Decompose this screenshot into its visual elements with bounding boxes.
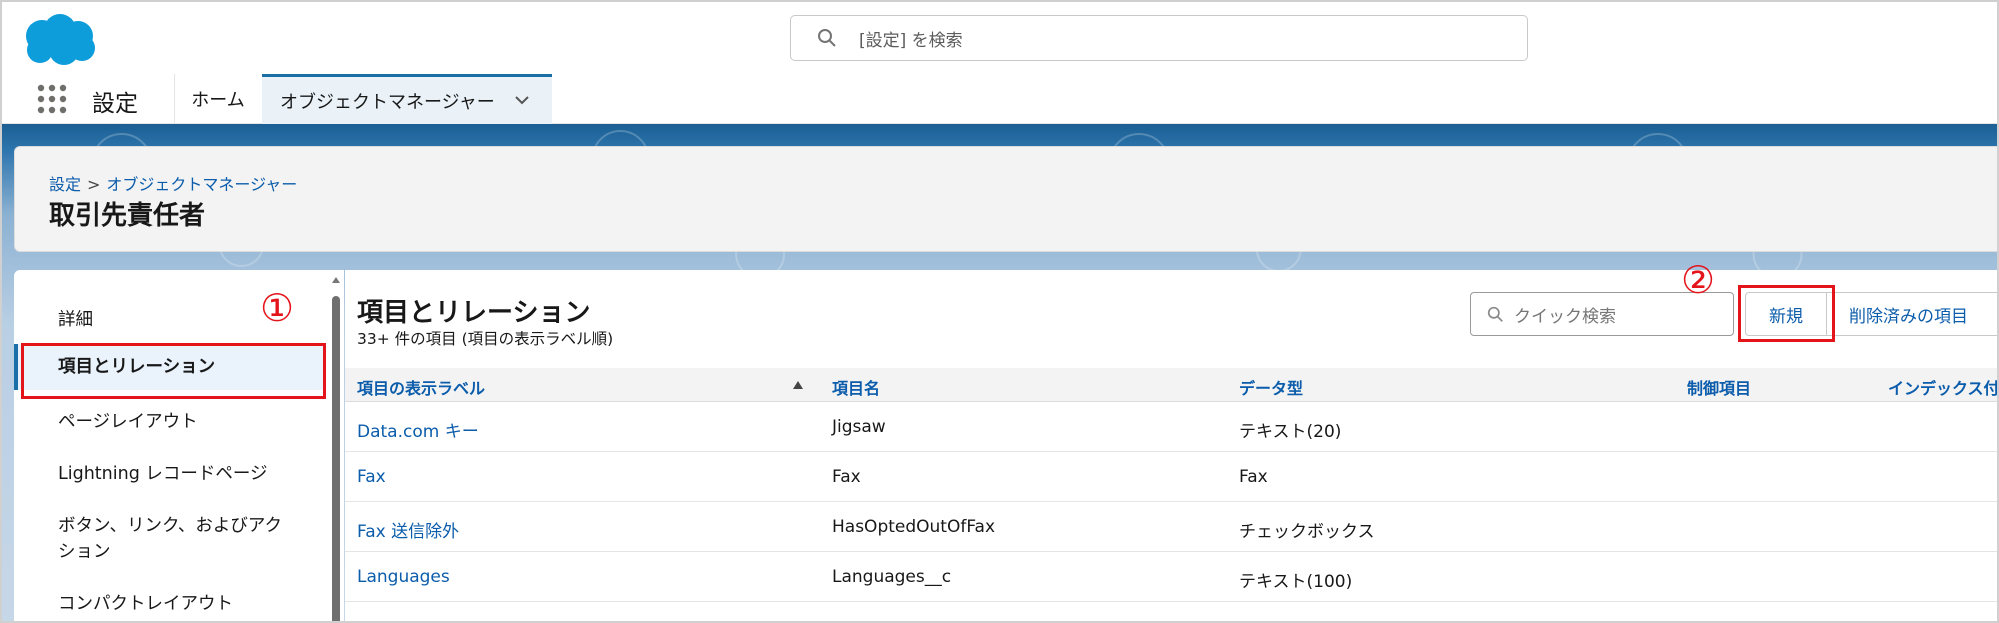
field-api-name: Languages__c xyxy=(832,567,952,587)
column-header-data-type[interactable]: データ型 xyxy=(1239,375,1303,399)
app-window: [設定] を検索 設定 ホーム オブジェクトマネージャー 設定 > オブジェクト… xyxy=(0,0,1999,623)
field-label-link[interactable]: Data.com キー xyxy=(357,417,479,442)
quick-search-placeholder: クイック検索 xyxy=(1514,306,1616,327)
nav-tab-object-manager-label: オブジェクトマネージャー xyxy=(280,91,495,113)
nav-tab-home[interactable]: ホーム xyxy=(174,74,262,124)
field-data-type: テキスト(20) xyxy=(1239,422,1342,442)
salesforce-cloud-logo[interactable] xyxy=(20,12,100,66)
field-label-link[interactable]: Fax 送信除外 xyxy=(357,517,459,542)
field-api-name: Jigsaw xyxy=(832,417,886,437)
table-row: Fax 送信除外 HasOptedOutOfFax チェックボックス xyxy=(345,502,1997,552)
breadcrumb-separator: > xyxy=(87,175,101,194)
column-header-controlling-field[interactable]: 制御項目 xyxy=(1687,375,1751,399)
breadcrumb-setup-link[interactable]: 設定 xyxy=(49,175,81,194)
column-header-indexed[interactable]: インデックス付 xyxy=(1888,375,1997,399)
sidebar-item-compact-layouts[interactable]: コンパクトレイアウト xyxy=(14,590,324,615)
deleted-fields-button[interactable]: 削除済みの項目 xyxy=(1826,292,1997,336)
nav-tab-object-manager[interactable]: オブジェクトマネージャー xyxy=(262,74,552,124)
chevron-down-icon[interactable] xyxy=(514,94,530,106)
field-data-type: Fax xyxy=(1239,467,1268,487)
field-label-link[interactable]: Fax xyxy=(357,467,386,487)
sidebar-item-buttons-links-actions-cont[interactable]: ション xyxy=(14,538,324,563)
table-row: Fax Fax Fax xyxy=(345,452,1997,502)
column-header-field-label[interactable]: 項目の表示ラベル xyxy=(357,375,485,399)
sidebar-item-page-layouts[interactable]: ページレイアウト xyxy=(14,408,324,433)
search-icon xyxy=(818,29,836,47)
global-header: [設定] を検索 xyxy=(2,2,1997,74)
search-icon xyxy=(1487,306,1503,322)
sidebar-item-buttons-links-actions[interactable]: ボタン、リンク、およびアク xyxy=(14,512,324,537)
page-header: 設定 > オブジェクトマネージャー 取引先責任者 xyxy=(14,146,1997,252)
table-row: Data.com キー Jigsaw テキスト(20) xyxy=(345,402,1997,452)
breadcrumb: 設定 > オブジェクトマネージャー xyxy=(49,171,297,195)
field-api-name: Fax xyxy=(832,467,861,487)
annotation-box-step1 xyxy=(21,343,326,399)
field-data-type: テキスト(100) xyxy=(1239,572,1353,592)
annotation-number-step2: ② xyxy=(1681,258,1716,302)
section-title: 項目とリレーション xyxy=(357,298,591,328)
table-row: Languages Languages__c テキスト(100) xyxy=(345,552,1997,602)
sort-ascending-icon[interactable] xyxy=(792,380,804,390)
section-subtitle: 33+ 件の項目 (項目の表示ラベル順) xyxy=(357,330,614,348)
field-data-type: チェックボックス xyxy=(1239,522,1375,542)
app-launcher-icon[interactable] xyxy=(36,83,68,115)
sidebar-scrollbar-thumb[interactable] xyxy=(332,296,340,621)
navigation-bar: 設定 ホーム オブジェクトマネージャー xyxy=(2,74,1997,124)
app-name: 設定 xyxy=(92,91,138,117)
field-label-link[interactable]: Languages xyxy=(357,567,450,587)
global-search-placeholder: [設定] を検索 xyxy=(859,30,963,51)
object-sidebar: 詳細 項目とリレーション ページレイアウト Lightning レコードページ … xyxy=(14,270,344,621)
page-title: 取引先責任者 xyxy=(49,201,206,231)
column-header-field-name[interactable]: 項目名 xyxy=(832,375,880,399)
global-search-input[interactable]: [設定] を検索 xyxy=(790,15,1528,61)
sidebar-item-lightning-record-pages[interactable]: Lightning レコードページ xyxy=(14,460,324,485)
field-api-name: HasOptedOutOfFax xyxy=(832,517,996,537)
breadcrumb-object-manager-link[interactable]: オブジェクトマネージャー xyxy=(106,175,297,194)
scroll-up-arrow-icon[interactable] xyxy=(331,276,341,284)
table-header: 項目の表示ラベル 項目名 データ型 制御項目 インデックス付 xyxy=(345,368,1997,402)
annotation-box-step2 xyxy=(1738,285,1835,342)
annotation-number-step1: ① xyxy=(260,286,295,330)
